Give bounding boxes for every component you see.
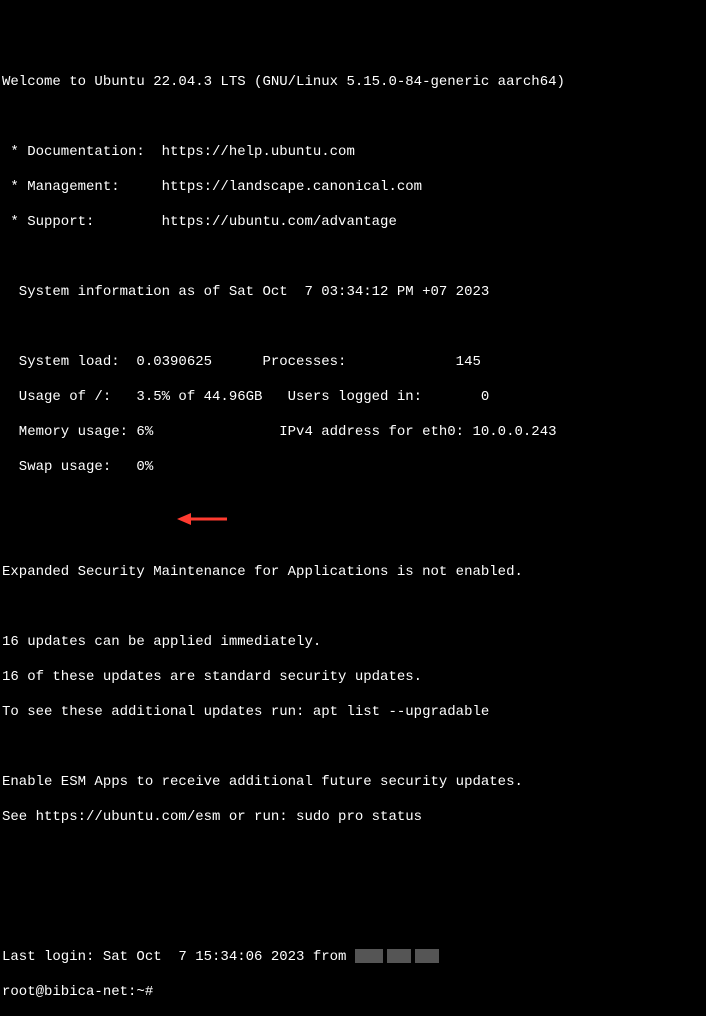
sysinfo-row: Swap usage: 0% bbox=[2, 459, 704, 477]
esm-enable-line: See https://ubuntu.com/esm or run: sudo … bbox=[2, 809, 704, 827]
blank bbox=[2, 739, 704, 757]
motd-doc-link: * Documentation: https://help.ubuntu.com bbox=[2, 144, 704, 162]
redacted-ip bbox=[355, 949, 383, 963]
blank bbox=[2, 914, 704, 932]
esm-enable-line: Enable ESM Apps to receive additional fu… bbox=[2, 774, 704, 792]
motd-welcome: Welcome to Ubuntu 22.04.3 LTS (GNU/Linux… bbox=[2, 74, 704, 92]
motd-support-link: * Support: https://ubuntu.com/advantage bbox=[2, 214, 704, 232]
annotation-arrow-icon bbox=[177, 477, 227, 491]
updates-line: 16 of these updates are standard securit… bbox=[2, 669, 704, 687]
updates-line: 16 updates can be applied immediately. bbox=[2, 634, 704, 652]
blank bbox=[2, 844, 704, 862]
sysinfo-row: Usage of /: 3.5% of 44.96GB Users logged… bbox=[2, 389, 704, 407]
blank bbox=[2, 529, 704, 547]
last-login: Last login: Sat Oct 7 15:34:06 2023 from bbox=[2, 949, 704, 967]
esm-notice: Expanded Security Maintenance for Applic… bbox=[2, 564, 704, 582]
sysinfo-header: System information as of Sat Oct 7 03:34… bbox=[2, 284, 704, 302]
redacted-ip bbox=[387, 949, 411, 963]
sysinfo-row: System load: 0.0390625 Processes: 145 bbox=[2, 354, 704, 372]
blank bbox=[2, 879, 704, 897]
updates-line: To see these additional updates run: apt… bbox=[2, 704, 704, 722]
sysinfo-row: Memory usage: 6% IPv4 address for eth0: … bbox=[2, 424, 704, 442]
redacted-ip bbox=[415, 949, 439, 963]
blank bbox=[2, 494, 704, 512]
last-login-text: Last login: Sat Oct 7 15:34:06 2023 from bbox=[2, 949, 355, 965]
blank bbox=[2, 109, 704, 127]
motd-mgmt-link: * Management: https://landscape.canonica… bbox=[2, 179, 704, 197]
blank bbox=[2, 319, 704, 337]
blank bbox=[2, 599, 704, 617]
shell-prompt[interactable]: root@bibica-net:~# bbox=[2, 984, 704, 1002]
blank bbox=[2, 249, 704, 267]
